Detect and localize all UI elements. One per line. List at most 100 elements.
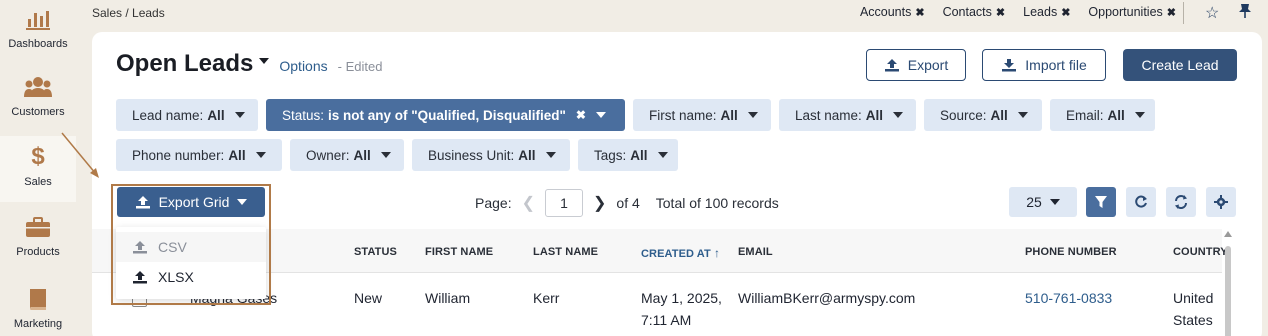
chevron-down-icon <box>657 152 668 158</box>
nav-item-products[interactable]: Products <box>0 204 76 272</box>
filter-business-unit[interactable]: Business Unit: All <box>412 139 570 171</box>
country-cell-line1: United <box>1173 290 1214 306</box>
page-title[interactable]: Open Leads <box>116 50 270 78</box>
filter-label: Last name: <box>795 107 862 123</box>
pinned-tab-leads[interactable]: Leads ✖ <box>1023 5 1070 19</box>
filter-icon <box>1095 196 1107 208</box>
reset-button[interactable] <box>1126 187 1156 217</box>
pinned-tab-label: Accounts <box>859 5 912 19</box>
nav-item-marketing[interactable]: Marketing <box>0 272 76 336</box>
export-grid-menu: CSV XLSX <box>116 227 266 299</box>
chevron-down-icon <box>234 112 245 118</box>
clear-filter-icon[interactable]: ✖ <box>576 108 586 122</box>
filter-phone-number[interactable]: Phone number: All <box>116 139 282 171</box>
status-cell: New <box>354 290 383 306</box>
filter-source[interactable]: Source: All <box>924 99 1042 131</box>
nav-item-sales[interactable]: $ Sales <box>0 136 76 202</box>
book-icon <box>27 284 49 314</box>
column-header-country[interactable]: COUNTRY <box>1173 246 1228 258</box>
column-header-label: CREATED AT <box>641 248 711 260</box>
upload-icon <box>133 241 147 254</box>
settings-button[interactable] <box>1206 187 1236 217</box>
side-navigation: Dashboards Customers $ Sales Products Ma… <box>0 0 76 336</box>
export-grid-button[interactable]: Export Grid <box>117 187 265 217</box>
refresh-icon <box>1175 195 1187 209</box>
filter-status[interactable]: Status: is not any of "Qualified, Disqua… <box>266 99 625 131</box>
star-icon[interactable]: ☆ <box>1205 3 1219 23</box>
create-lead-button[interactable]: Create Lead <box>1123 49 1237 81</box>
chevron-down-icon <box>237 199 248 205</box>
page-size-value: 25 <box>1026 194 1042 210</box>
email-cell: WilliamBKerr@armyspy.com <box>738 290 916 306</box>
export-xlsx-option[interactable]: XLSX <box>116 262 266 292</box>
close-icon[interactable]: ✖ <box>996 6 1005 19</box>
filter-value: All <box>1107 107 1125 123</box>
column-header-status[interactable]: STATUS <box>354 246 397 258</box>
filter-value: All <box>228 147 246 163</box>
pinned-tab-label: Opportunities <box>1088 5 1163 19</box>
options-link[interactable]: Options <box>279 58 327 74</box>
chevron-down-icon <box>1017 112 1028 118</box>
filter-label: Lead name: <box>132 107 204 123</box>
column-header-phone[interactable]: PHONE NUMBER <box>1025 246 1117 258</box>
chevron-down-icon <box>1049 199 1060 205</box>
filter-tags[interactable]: Tags: All <box>578 139 678 171</box>
pinned-tab-contacts[interactable]: Contacts ✖ <box>943 5 1006 19</box>
vertical-scrollbar[interactable] <box>1225 246 1231 336</box>
filter-last-name[interactable]: Last name: All <box>779 99 916 131</box>
close-icon[interactable]: ✖ <box>915 6 924 19</box>
nav-item-customers[interactable]: Customers <box>0 68 76 136</box>
page-number-input[interactable]: 1 <box>545 189 583 217</box>
column-header-first-name[interactable]: FIRST NAME <box>425 246 493 258</box>
close-icon[interactable]: ✖ <box>1061 6 1070 19</box>
pinned-tab-opportunities[interactable]: Opportunities ✖ <box>1088 5 1176 19</box>
divider <box>1183 2 1184 24</box>
filter-label: Phone number: <box>132 147 225 163</box>
reset-icon <box>1135 195 1147 208</box>
chevron-down-icon <box>893 112 904 118</box>
chevron-left-icon[interactable]: ❮ <box>522 193 535 213</box>
filter-label: Business Unit: <box>428 147 515 163</box>
filter-value: All <box>630 147 648 163</box>
pinned-tab-label: Contacts <box>942 5 992 19</box>
chevron-down-icon <box>259 57 270 64</box>
upload-icon <box>133 271 147 284</box>
phone-link[interactable]: 510-761-0833 <box>1025 290 1112 306</box>
column-header-created-at[interactable]: CREATED AT ↑ <box>641 246 720 260</box>
column-header-last-name[interactable]: LAST NAME <box>533 246 598 258</box>
pin-icon[interactable] <box>1238 3 1252 24</box>
filter-label: Tags: <box>594 147 627 163</box>
sort-ascending-icon: ↑ <box>714 246 721 260</box>
filter-owner[interactable]: Owner: All <box>290 139 404 171</box>
filter-first-name[interactable]: First name: All <box>633 99 771 131</box>
filter-lead-name[interactable]: Lead name: All <box>116 99 258 131</box>
export-grid-label: Export Grid <box>158 194 230 210</box>
scroll-up-arrow[interactable] <box>1224 231 1232 237</box>
export-button[interactable]: Export <box>866 49 966 81</box>
filter-value: All <box>353 147 371 163</box>
filter-value: All <box>865 107 884 123</box>
chevron-down-icon <box>595 112 606 118</box>
page-size-select[interactable]: 25 <box>1009 187 1077 217</box>
edited-label: - Edited <box>337 59 383 74</box>
chevron-down-icon <box>545 152 556 158</box>
users-icon <box>24 72 52 102</box>
chevron-right-icon[interactable]: ❯ <box>593 193 606 213</box>
filter-button[interactable] <box>1086 187 1116 217</box>
filter-value: All <box>720 107 738 123</box>
breadcrumb: Sales / Leads <box>92 6 165 20</box>
chevron-down-icon <box>1134 112 1145 118</box>
column-header-email[interactable]: EMAIL <box>738 246 773 258</box>
close-icon[interactable]: ✖ <box>1167 6 1176 19</box>
filter-value: All <box>207 107 225 123</box>
export-csv-option[interactable]: CSV <box>116 232 266 262</box>
refresh-button[interactable] <box>1166 187 1196 217</box>
page-count: of 4 <box>616 195 640 211</box>
import-file-button[interactable]: Import file <box>982 49 1106 81</box>
filter-label: Owner: <box>306 147 350 163</box>
created-time-cell: 7:11 AM <box>641 312 692 328</box>
nav-item-dashboards[interactable]: Dashboards <box>0 0 76 68</box>
nav-label: Customers <box>11 106 65 118</box>
filter-email[interactable]: Email: All <box>1050 99 1155 131</box>
pinned-tab-accounts[interactable]: Accounts ✖ <box>860 5 925 19</box>
